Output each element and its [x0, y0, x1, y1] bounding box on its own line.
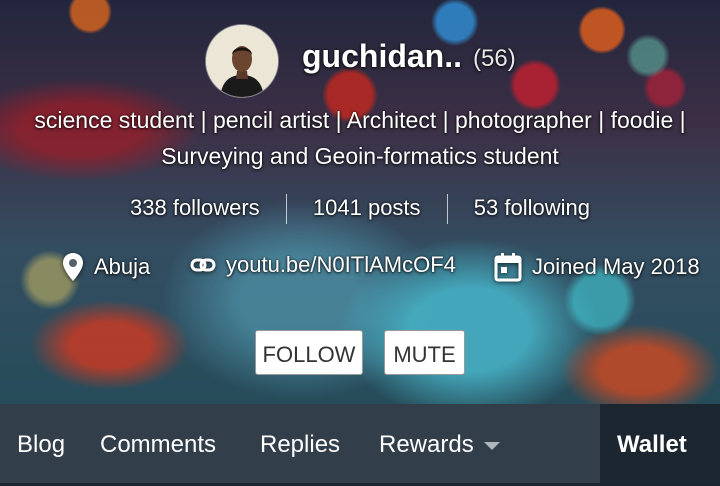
link-icon — [190, 258, 216, 272]
tab-rewards[interactable]: Rewards — [379, 404, 500, 483]
joined-date: Joined May 2018 — [532, 254, 700, 279]
calendar-icon — [494, 253, 522, 282]
tab-rewards-label: Rewards — [379, 431, 474, 458]
profile-header: guchidan.. (56) science student | pencil… — [0, 0, 720, 404]
tab-comments[interactable]: Comments — [100, 404, 216, 483]
profile-about: science student | pencil artist | Archit… — [34, 107, 686, 169]
location-text: Abuja — [94, 254, 151, 279]
profile-tabs: Blog Comments Replies Rewards Wallet — [0, 404, 720, 483]
profile-joined: Joined May 2018 — [494, 252, 700, 282]
avatar-photo — [206, 25, 278, 97]
stats-divider — [446, 194, 448, 224]
reputation-score: (56) — [473, 45, 516, 72]
tab-replies[interactable]: Replies — [260, 404, 340, 483]
avatar[interactable] — [206, 25, 278, 97]
tab-wallet[interactable]: Wallet — [600, 404, 720, 483]
following-count[interactable]: 53 following — [474, 195, 590, 220]
follow-button[interactable]: FOLLOW — [255, 330, 363, 375]
caret-down-icon[interactable] — [483, 441, 500, 450]
website-link[interactable]: youtu.be/N0ITlAMcOF4 — [226, 252, 456, 278]
profile-website[interactable]: youtu.be/N0ITlAMcOF4 — [190, 252, 456, 278]
stats-divider — [285, 194, 287, 224]
posts-count: 1041 posts — [312, 194, 421, 220]
profile-name: guchidan.. — [302, 38, 462, 74]
mute-button[interactable]: MUTE — [384, 330, 465, 375]
followers-count[interactable]: 338 followers — [130, 195, 260, 220]
tab-blog[interactable]: Blog — [17, 404, 65, 483]
map-pin-icon — [63, 253, 83, 281]
profile-stats: 338 followers 1041 posts 53 following — [0, 194, 720, 224]
profile-location: Abuja — [62, 252, 150, 282]
